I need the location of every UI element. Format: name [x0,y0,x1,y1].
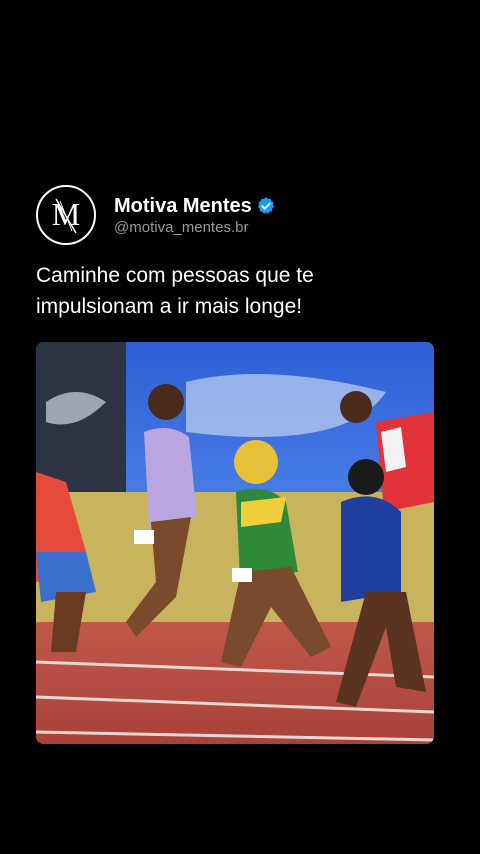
post-card: M Motiva Mentes @motiva_mentes.br Caminh… [36,184,436,322]
handle[interactable]: @motiva_mentes.br [114,219,276,237]
mm-monogram-logo-icon: M [52,196,80,234]
verified-badge-icon [257,196,274,214]
video-thumbnail[interactable] [36,342,434,744]
avatar[interactable]: M [36,185,96,245]
svg-text:M: M [52,196,80,232]
display-name[interactable]: Motiva Mentes [114,194,252,218]
author-names: Motiva Mentes @motiva_mentes.br [114,194,276,237]
race-video-thumbnail-icon [36,342,434,744]
post-header: M Motiva Mentes @motiva_mentes.br [36,184,436,246]
post-text: Caminhe com pessoas que te impulsionam a… [36,264,314,318]
name-row: Motiva Mentes [114,194,276,218]
